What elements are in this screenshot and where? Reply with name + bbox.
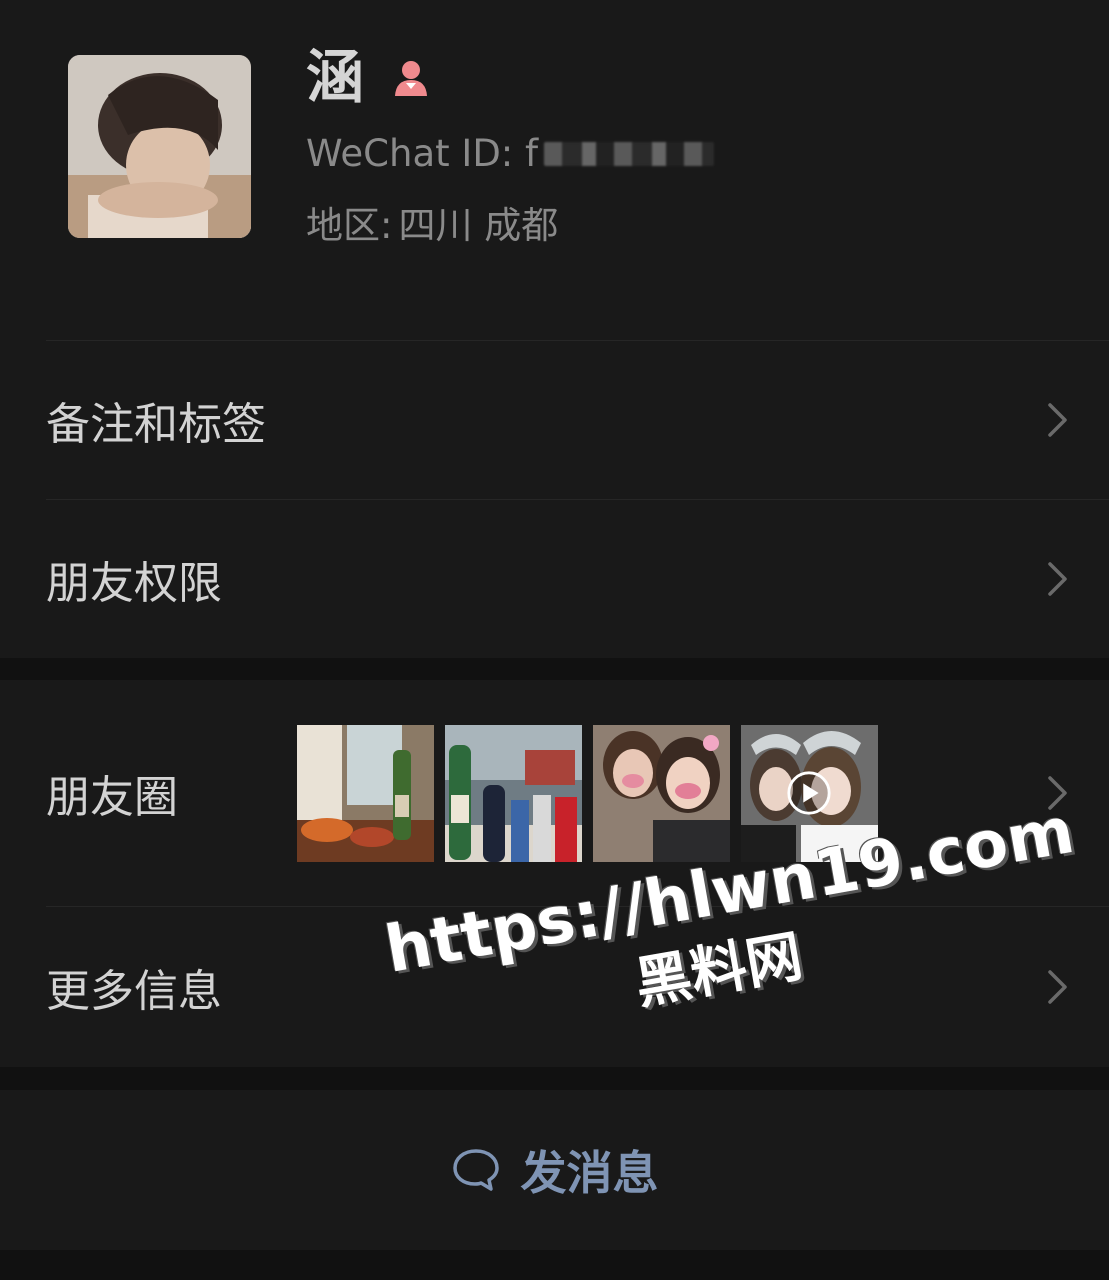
moments-row[interactable]: 朋友圈 bbox=[46, 680, 1109, 906]
avatar[interactable] bbox=[68, 55, 251, 238]
contact-name: 涵 bbox=[306, 43, 365, 111]
chevron-right-icon bbox=[1048, 562, 1067, 596]
region-label: 地区: bbox=[306, 204, 393, 247]
wechat-id-text: WeChat ID: f bbox=[306, 132, 539, 175]
friend-permissions-row[interactable]: 朋友权限 bbox=[46, 499, 1109, 658]
contact-profile-page: 涵 WeChat ID: f 地区: 四川 成都 备注和标签 朋友权限 朋友圈 … bbox=[0, 0, 1109, 1280]
chevron-right-icon bbox=[1048, 970, 1067, 1004]
remarks-tags-label: 备注和标签 bbox=[46, 399, 266, 450]
more-info-label: 更多信息 bbox=[46, 966, 222, 1017]
send-message-button[interactable]: 发消息 bbox=[451, 1137, 659, 1203]
moments-photo-1[interactable] bbox=[297, 725, 434, 862]
remarks-tags-row[interactable]: 备注和标签 bbox=[46, 340, 1109, 499]
photo-selfie-filter-icon bbox=[593, 725, 730, 862]
moments-label: 朋友圈 bbox=[46, 772, 178, 823]
photo-food-drinks-icon bbox=[297, 725, 434, 862]
photo-bottles-cans-icon bbox=[445, 725, 582, 862]
moments-group: 朋友圈 更多信息 bbox=[0, 680, 1109, 1067]
friend-permissions-label: 朋友权限 bbox=[46, 558, 222, 609]
chevron-right-icon bbox=[1048, 776, 1067, 810]
moments-video-4[interactable] bbox=[741, 725, 878, 862]
region: 地区: 四川 成都 bbox=[306, 195, 558, 249]
wechat-id-mosaic bbox=[544, 141, 715, 166]
female-icon bbox=[395, 61, 428, 96]
moments-photo-3[interactable] bbox=[593, 725, 730, 862]
settings-group: 备注和标签 朋友权限 bbox=[0, 340, 1109, 658]
chat-bubble-icon bbox=[452, 1149, 499, 1191]
region-value: 四川 成都 bbox=[398, 204, 559, 247]
send-message-label: 发消息 bbox=[520, 1146, 659, 1200]
name-row: 涵 bbox=[306, 42, 432, 112]
wechat-id: WeChat ID: f bbox=[306, 132, 715, 175]
avatar-image bbox=[68, 55, 251, 238]
more-info-row[interactable]: 更多信息 bbox=[46, 906, 1109, 1067]
play-icon bbox=[787, 771, 831, 815]
chevron-right-icon bbox=[1048, 403, 1067, 437]
moments-thumbnails bbox=[297, 725, 878, 862]
moments-photo-2[interactable] bbox=[445, 725, 582, 862]
send-message-bar: 发消息 bbox=[0, 1090, 1109, 1250]
profile-header: 涵 WeChat ID: f 地区: 四川 成都 bbox=[0, 0, 1109, 340]
